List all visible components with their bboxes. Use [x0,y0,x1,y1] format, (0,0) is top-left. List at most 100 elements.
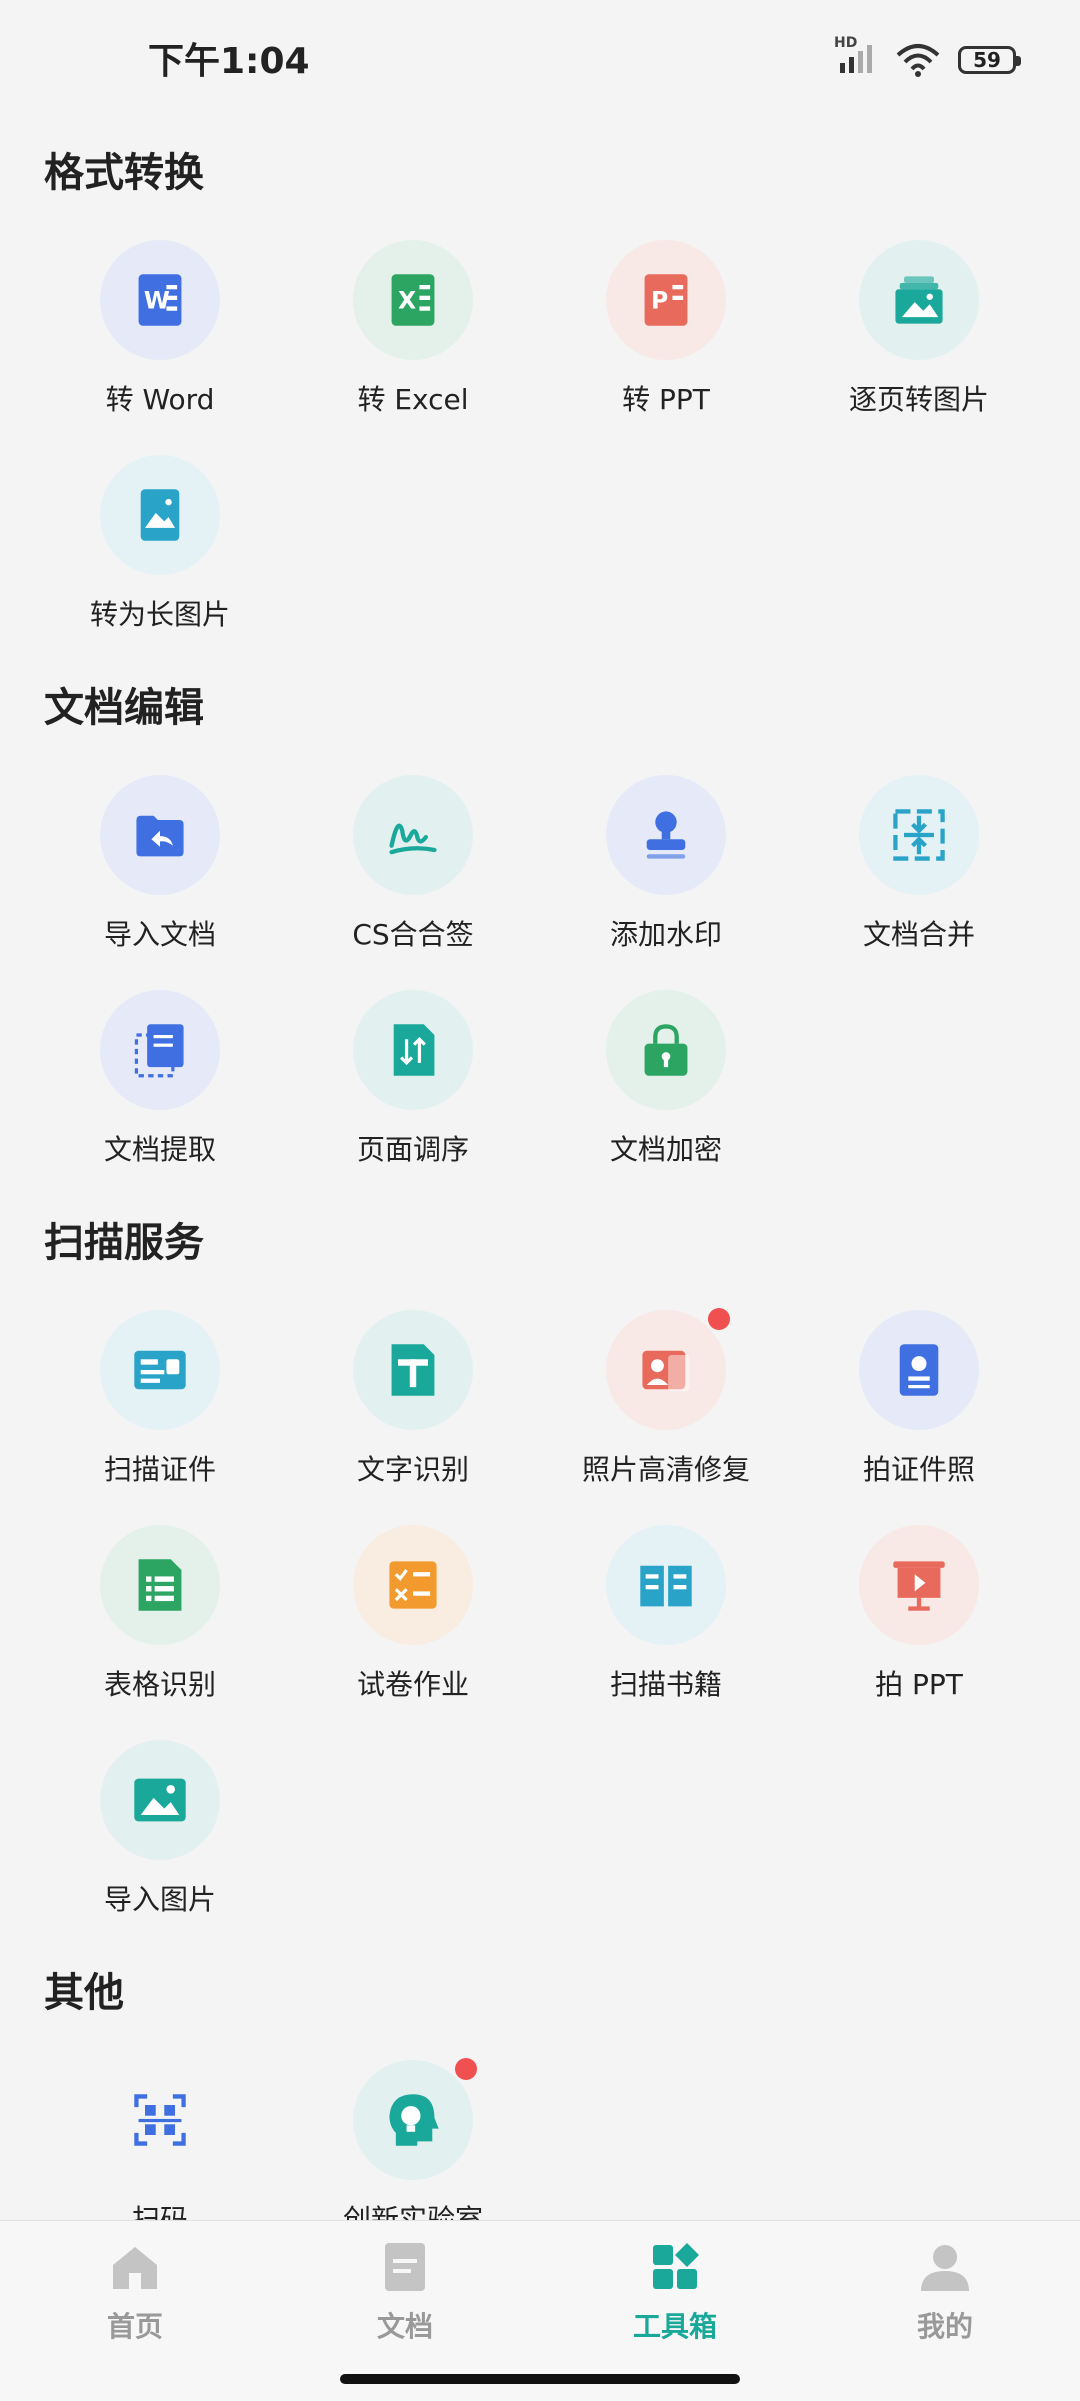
book-icon [640,1565,692,1607]
tool-icon-circle [606,1525,726,1645]
tool-item[interactable]: 拍 PPT [794,1525,1044,1703]
home-indicator[interactable] [340,2374,740,2384]
tool-icon-circle: W [100,240,220,360]
homework-icon [389,1561,437,1609]
svg-text:X: X [398,287,416,315]
tool-label: 扫描书籍 [609,1668,722,1701]
tool-icon-circle [859,1310,979,1430]
tool-icon-circle [606,775,726,895]
toolbox-content: 格式转换 W 转 Word X 转 Excel P 转 PPT 逐页转图片 转为… [0,120,1080,2220]
tool-item[interactable]: 创新实验室 [288,2058,538,2220]
nav-item[interactable]: 文档 [305,2239,505,2345]
profile-icon [921,2245,969,2291]
tool-label: 添加水印 [609,918,722,951]
status-icons: HD 59 [834,35,1021,84]
tool-item[interactable]: 扫码 [35,2060,285,2220]
tool-item[interactable]: 表格识别 [35,1525,285,1703]
tool-label: 转 Excel [357,383,469,416]
nav-label: 首页 [106,2310,163,2343]
tool-icon-circle [100,990,220,1110]
tool-item[interactable]: W 转 Word [35,240,285,418]
tool-item[interactable]: 添加水印 [541,775,791,953]
tool-label: 转为长图片 [89,598,230,631]
tool-label: 导入文档 [103,918,216,951]
tool-label: 导入图片 [103,1883,216,1916]
tool-item[interactable]: P 转 PPT [541,240,791,418]
tool-item[interactable]: 导入图片 [35,1740,285,1918]
excel-icon: X [391,274,435,326]
section-title: 其他 [44,1970,124,2016]
tool-label: 扫码 [131,2203,188,2220]
battery-level: 59 [973,48,1001,72]
tool-label: 拍 PPT [875,1668,963,1701]
nav-label: 工具箱 [632,2310,717,2343]
tool-item[interactable]: 扫描证件 [35,1310,285,1488]
tool-icon-circle [100,1525,220,1645]
tool-item[interactable]: 导入文档 [35,775,285,953]
ppt-icon: P [644,274,688,326]
tool-icon-circle [353,990,473,1110]
tool-icon-circle [353,1310,473,1430]
tool-item[interactable]: 文档合并 [794,775,1044,953]
tool-label: 文字识别 [356,1453,469,1486]
tool-item[interactable]: X 转 Excel [288,240,538,418]
nav-label: 我的 [916,2310,973,2343]
tool-item[interactable]: 文档提取 [35,990,285,1168]
tool-icon-circle [606,990,726,1110]
document-icon [385,2243,425,2291]
section-title: 扫描服务 [44,1220,204,1266]
tool-item[interactable]: 拍证件照 [794,1310,1044,1488]
tool-icon-circle: P [606,240,726,360]
qr-scan-icon [134,2094,186,2146]
section-title: 文档编辑 [44,685,204,731]
tool-label: 转 Word [105,383,215,416]
tool-item[interactable]: 文档加密 [541,990,791,1168]
wifi-icon [896,44,940,77]
tool-item[interactable]: 转为长图片 [35,455,285,633]
tool-label: 转 PPT [622,383,710,416]
stamp-icon [646,811,686,859]
presentation-icon [893,1561,945,1611]
tool-icon-circle [100,1740,220,1860]
tool-item[interactable]: 逐页转图片 [794,240,1044,418]
status-time: 下午1:04 [148,41,310,82]
tool-label: 文档提取 [103,1133,216,1166]
tool-icon-circle [353,775,473,895]
tool-label: 扫描证件 [103,1453,216,1486]
tool-item[interactable]: 试卷作业 [288,1525,538,1703]
tool-label: 照片高清修复 [581,1453,750,1486]
tool-icon-circle [859,775,979,895]
import-image-icon [134,1778,186,1822]
nav-item[interactable]: 工具箱 [575,2239,775,2345]
tool-item[interactable]: 扫描书籍 [541,1525,791,1703]
word-icon: W [138,274,182,326]
tool-icon-circle [859,1525,979,1645]
svg-text:P: P [651,287,668,315]
tool-icon-circle: X [353,240,473,360]
import-document-icon [136,815,184,857]
extract-icon [134,1024,184,1078]
id-card-icon [134,1350,186,1390]
nav-item[interactable]: 首页 [35,2239,235,2345]
tool-icon-circle [100,455,220,575]
tool-item[interactable]: 照片高清修复 [541,1308,791,1488]
tool-item[interactable]: 文字识别 [288,1310,538,1488]
nav-item[interactable]: 我的 [845,2239,1045,2345]
id-photo-icon [899,1344,939,1396]
toolbox-icon [653,2243,699,2289]
tool-label: CS合合签 [352,918,474,951]
tool-icon-circle [100,775,220,895]
tool-item[interactable]: CS合合签 [288,775,538,953]
pages-to-image-icon [895,276,943,324]
tool-label: 文档合并 [862,918,975,951]
status-bar: 下午1:04 HD 59 [0,0,1080,120]
signature-icon [389,823,437,855]
tool-icon-circle [859,240,979,360]
tool-icon-circle [606,1308,730,1430]
tool-item[interactable]: 页面调序 [288,990,538,1168]
text-recognition-icon [391,1344,435,1396]
lab-icon [389,2094,439,2146]
notification-dot [708,1308,730,1330]
tool-icon-circle [100,1310,220,1430]
battery-icon: 59 [958,46,1021,74]
